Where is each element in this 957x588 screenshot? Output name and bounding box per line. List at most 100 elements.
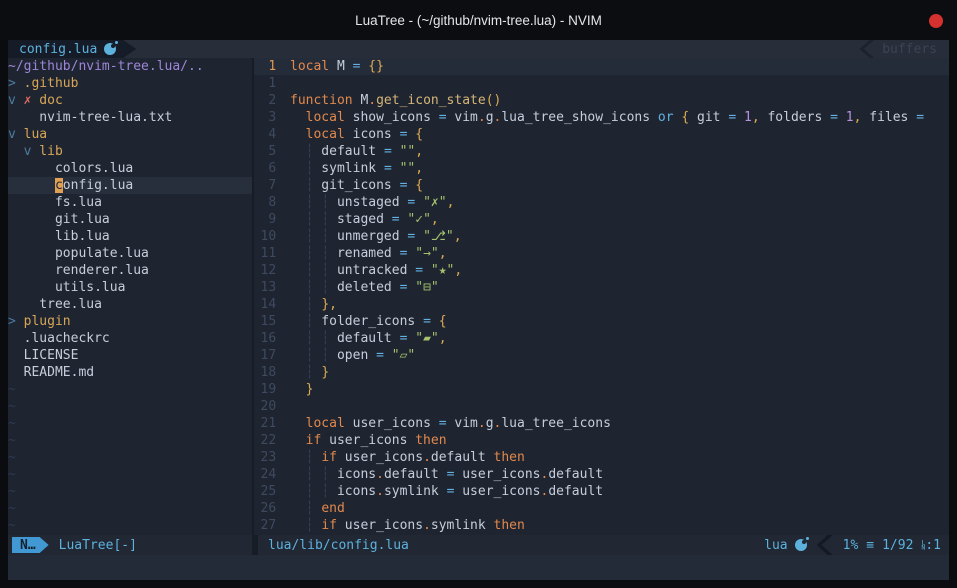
statusbar-tree-segment: N… LuaTree[-]	[8, 535, 252, 555]
close-button[interactable]	[929, 14, 943, 28]
chevron-left-icon	[817, 535, 833, 555]
line-number: 18	[254, 364, 284, 381]
line-number: 5	[254, 143, 284, 160]
code-line[interactable]: ┆ end	[290, 500, 949, 517]
nvim-terminal: config.lua buffers ~/github/nvim-tree.lu…	[8, 40, 949, 580]
cursor-position: L N :1	[921, 537, 941, 554]
tree-row[interactable]: ~	[8, 466, 252, 483]
ln-icon: L N	[921, 540, 925, 551]
code-line[interactable]: local user_icons = vim.g.lua_tree_icons	[290, 415, 949, 432]
buffers-label: buffers	[874, 40, 949, 58]
line-number: 12	[254, 262, 284, 279]
tree-row[interactable]: v lua	[8, 126, 252, 143]
code-line[interactable]: ┆ if user_icons.symlink then	[290, 517, 949, 534]
tree-row[interactable]: v lib	[8, 143, 252, 160]
tree-row[interactable]: colors.lua	[8, 160, 252, 177]
tree-row[interactable]: nvim-tree-lua.txt	[8, 109, 252, 126]
code-line[interactable]: ┆ ┆ unstaged = "✗",	[290, 194, 949, 211]
tree-row[interactable]: ~	[8, 398, 252, 415]
filetype-label: lua	[764, 537, 787, 554]
code-line[interactable]: ┆ ┆ untracked = "★",	[290, 262, 949, 279]
code-line[interactable]: ┆ ┆ icons.symlink = user_icons.default	[290, 483, 949, 500]
code-line[interactable]: ┆ ┆ icons.default = user_icons.default	[290, 466, 949, 483]
line-number: 21	[254, 415, 284, 432]
mode-indicator: N…	[12, 537, 49, 553]
tree-row[interactable]: populate.lua	[8, 245, 252, 262]
statusbar-editor-segment: lua/lib/config.lua lua 1% ≡ 1/92 L N	[258, 535, 949, 555]
tree-row[interactable]: ~	[8, 432, 252, 449]
tree-row[interactable]: utils.lua	[8, 279, 252, 296]
tree-row[interactable]: renderer.lua	[8, 262, 252, 279]
tree-row[interactable]: ~	[8, 517, 252, 534]
line-number: 11	[254, 245, 284, 262]
line-number: 7	[254, 177, 284, 194]
code-line[interactable]: local show_icons = vim.g.lua_tree_show_i…	[290, 109, 949, 126]
tree-row[interactable]: .luacheckrc	[8, 330, 252, 347]
lines-icon: ≡	[866, 537, 874, 554]
tab-config-lua[interactable]: config.lua	[8, 40, 136, 58]
tree-row[interactable]: > plugin	[8, 313, 252, 330]
line-number: 16	[254, 330, 284, 347]
code-line[interactable]: ┆ folder_icons = {	[290, 313, 949, 330]
line-number: 9	[254, 211, 284, 228]
statusbar-app-label: LuaTree[-]	[59, 537, 137, 554]
code-line[interactable]: function M.get_icon_state()	[290, 92, 949, 109]
code-line[interactable]: ┆ ┆ renamed = "→",	[290, 245, 949, 262]
line-number: 8	[254, 194, 284, 211]
code-line[interactable]: ┆ if user_icons.default then	[290, 449, 949, 466]
tree-row[interactable]: git.lua	[8, 211, 252, 228]
code-line[interactable]: local M = {}	[290, 58, 949, 75]
tree-row[interactable]: ~/github/nvim-tree.lua/..	[8, 58, 252, 75]
code-line[interactable]	[290, 75, 949, 92]
chevron-left-icon	[859, 40, 874, 58]
code-line[interactable]: ┆ default = "",	[290, 143, 949, 160]
tab-label: config.lua	[19, 41, 97, 58]
tree-row[interactable]: v ✗ doc	[8, 92, 252, 109]
code-line[interactable]: ┆ symlink = "",	[290, 160, 949, 177]
tree-row[interactable]: > .github	[8, 75, 252, 92]
code-line[interactable]: if user_icons then	[290, 432, 949, 449]
line-number: 26	[254, 500, 284, 517]
tabline: config.lua buffers	[8, 40, 949, 58]
tree-row[interactable]: README.md	[8, 364, 252, 381]
code-line[interactable]: ┆ ┆ staged = "✓",	[290, 211, 949, 228]
code-line[interactable]: ┆ ┆ unmerged = "⎇",	[290, 228, 949, 245]
line-number: 3	[254, 109, 284, 126]
lua-moon-icon	[795, 539, 807, 551]
tree-row[interactable]: fs.lua	[8, 194, 252, 211]
tree-row[interactable]: tree.lua	[8, 296, 252, 313]
code-line[interactable]: ┆ ┆ default = "▰",	[290, 330, 949, 347]
code-area: local M = {} function M.get_icon_state()…	[284, 58, 949, 534]
tree-row[interactable]: ~	[8, 449, 252, 466]
line-number: 25	[254, 483, 284, 500]
tree-row[interactable]: ~	[8, 415, 252, 432]
line-number: 1	[254, 58, 284, 75]
command-line[interactable]	[8, 555, 949, 580]
tree-row[interactable]: lib.lua	[8, 228, 252, 245]
tree-row[interactable]: LICENSE	[8, 347, 252, 364]
code-line[interactable]: }	[290, 381, 949, 398]
line-number: 4	[254, 126, 284, 143]
tree-row[interactable]: ~	[8, 483, 252, 500]
titlebar: LuaTree - (~/github/nvim-tree.lua) - NVI…	[0, 0, 957, 40]
code-line[interactable]: ┆ }	[290, 364, 949, 381]
code-line[interactable]: ┆ ┆ deleted = "⊟"	[290, 279, 949, 296]
code-line[interactable]: ┆ ┆ open = "▱"	[290, 347, 949, 364]
tree-row[interactable]: config.lua	[8, 177, 252, 194]
code-line[interactable]: local icons = {	[290, 126, 949, 143]
line-number: 6	[254, 160, 284, 177]
line-number: 24	[254, 466, 284, 483]
window-title: LuaTree - (~/github/nvim-tree.lua) - NVI…	[355, 13, 602, 28]
line-number: 17	[254, 347, 284, 364]
code-line[interactable]: ┆ },	[290, 296, 949, 313]
code-line[interactable]: ┆ git_icons = {	[290, 177, 949, 194]
tree-row[interactable]: ~	[8, 381, 252, 398]
buffers-segment[interactable]: buffers	[859, 40, 949, 58]
line-number: 1	[254, 75, 284, 92]
code-line[interactable]	[290, 398, 949, 415]
workspace: ~/github/nvim-tree.lua/..> .githubv ✗ do…	[8, 58, 949, 535]
filetype-group: lua	[764, 537, 806, 554]
statusbar-metrics: 1% ≡ 1/92 L N :1	[843, 537, 941, 554]
column-number: :1	[925, 537, 941, 554]
tree-row[interactable]: ~	[8, 500, 252, 517]
